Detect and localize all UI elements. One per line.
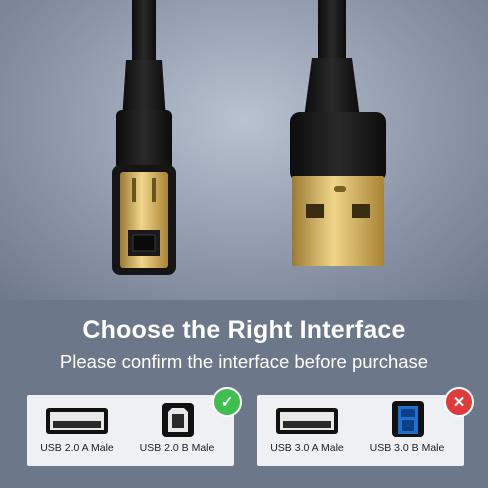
incompatible-card: USB 3.0 A Male USB 3.0 B Male — [257, 395, 464, 466]
compatible-card: USB 2.0 A Male USB 2.0 B Male — [27, 395, 234, 466]
port-label: USB 2.0 A Male — [40, 442, 114, 454]
port-label: USB 3.0 B Male — [369, 442, 445, 454]
subline: Please confirm the interface before purc… — [59, 351, 429, 372]
port-item-usb3-b: USB 3.0 B Male — [357, 395, 457, 466]
usb-a-port-icon — [46, 408, 108, 434]
port-label: USB 2.0 B Male — [139, 442, 215, 454]
usb-a-port-icon — [276, 408, 338, 434]
product-photo — [0, 0, 488, 300]
usb3-b-port-icon — [392, 401, 424, 437]
usb-b-connector — [112, 0, 176, 275]
close-icon: ✕ — [444, 387, 474, 417]
port-label: USB 3.0 A Male — [270, 442, 344, 454]
check-icon: ✓ — [212, 387, 242, 417]
usb-cable-photo — [112, 0, 386, 275]
port-item-usb3-a: USB 3.0 A Male — [257, 395, 357, 466]
usb-a-connector — [290, 0, 386, 266]
port-item-usb2-a: USB 2.0 A Male — [27, 395, 127, 466]
usb-b-port-icon — [162, 403, 194, 437]
headline: Choose the Right Interface — [82, 316, 406, 344]
